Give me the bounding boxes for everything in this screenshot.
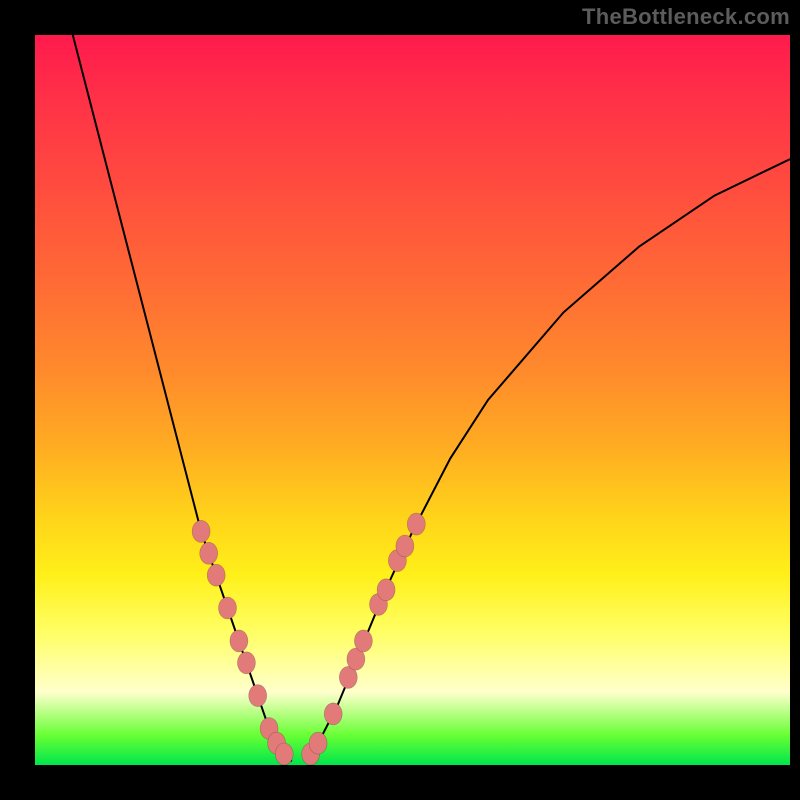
data-marker	[377, 579, 395, 601]
data-marker	[275, 743, 293, 765]
plot-area	[35, 35, 790, 765]
data-marker	[230, 630, 248, 652]
watermark-text: TheBottleneck.com	[582, 4, 790, 30]
data-marker	[354, 630, 372, 652]
data-marker	[407, 513, 425, 535]
chart-svg	[35, 35, 790, 765]
data-marker	[237, 652, 255, 674]
data-marker	[324, 703, 342, 725]
data-marker	[207, 564, 225, 586]
data-marker	[309, 732, 327, 754]
data-marker	[192, 520, 210, 542]
curve-left-branch	[73, 35, 292, 761]
chart-frame: TheBottleneck.com	[0, 0, 800, 800]
data-marker	[200, 542, 218, 564]
data-marker	[219, 597, 237, 619]
marker-group	[192, 513, 425, 765]
data-marker	[249, 685, 267, 707]
data-marker	[396, 535, 414, 557]
curve-right-branch	[307, 159, 790, 761]
